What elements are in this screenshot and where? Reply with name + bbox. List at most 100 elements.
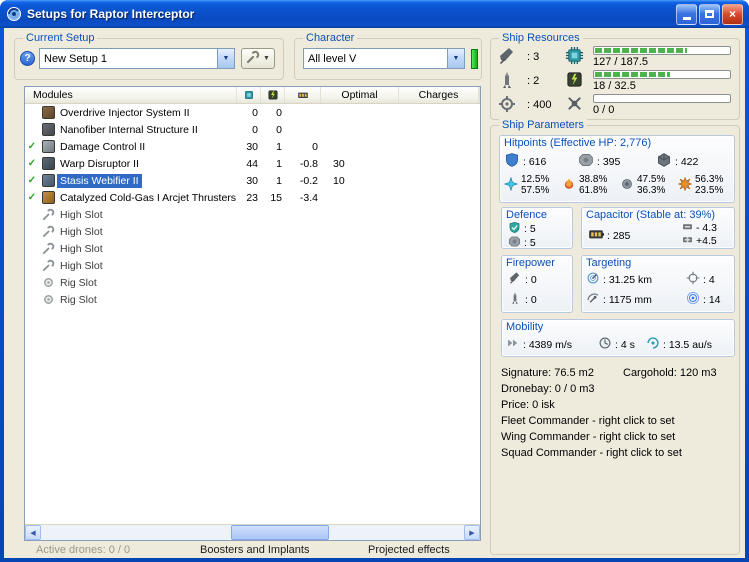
maximize-button[interactable]: [699, 4, 720, 25]
app-icon: [6, 6, 22, 22]
fleet-commander-setter[interactable]: Fleet Commander - right click to set: [501, 413, 735, 429]
kinetic-damage-icon: [620, 177, 634, 194]
module-cpu: 0: [237, 107, 261, 119]
rig-icon: [39, 276, 57, 289]
projected-effects-button[interactable]: Projected effects: [368, 544, 450, 556]
module-row[interactable]: Overdrive Injector System II 0 0: [25, 104, 480, 121]
column-optimal[interactable]: Optimal: [321, 87, 399, 103]
mobility-label: Mobility: [502, 320, 734, 333]
minimize-icon: [683, 17, 691, 20]
turret-hardpoints-value: : 3: [525, 51, 565, 63]
ship-parameters-panel: Ship Parameters Hitpoints (Effective HP:…: [490, 125, 740, 555]
structure-icon: [656, 152, 672, 171]
launcher-hardpoints-icon: [497, 70, 525, 93]
sensor-strength-icon: [686, 291, 700, 308]
em-armor-resist: 57.5%: [521, 185, 549, 196]
slot-name: High Slot: [57, 259, 106, 273]
current-setup-group: Current Setup ? New Setup 1 ▼ ▼: [14, 38, 284, 80]
active-check-icon: ✓: [25, 192, 39, 203]
wing-commander-setter[interactable]: Wing Commander - right click to set: [501, 429, 735, 445]
module-cap: -0.8: [285, 158, 321, 170]
explosive-armor-resist: 23.5%: [695, 185, 723, 196]
slot-name: Rig Slot: [57, 293, 100, 307]
squad-commander-setter[interactable]: Squad Commander - right click to set: [501, 445, 735, 461]
module-cpu: 30: [237, 175, 261, 187]
chevron-down-icon[interactable]: ▼: [447, 49, 464, 68]
setup-combobox-value: New Setup 1: [40, 53, 217, 65]
module-row[interactable]: Nanofiber Internal Structure II 0 0: [25, 121, 480, 138]
module-icon: [39, 140, 57, 153]
targeting-range: : 31.25 km: [603, 274, 652, 286]
module-name: Warp Disruptor II: [57, 157, 142, 171]
minimize-button[interactable]: [676, 4, 697, 25]
calibration-icon: [497, 94, 525, 117]
scan-resolution: : 1175 mm: [603, 294, 652, 306]
missile-dps: : 0: [525, 294, 537, 306]
current-setup-label: Current Setup: [23, 32, 97, 44]
slot-name: High Slot: [57, 225, 106, 239]
boosters-implants-button[interactable]: Boosters and Implants: [200, 544, 309, 556]
window-body: Current Setup ? New Setup 1 ▼ ▼ Characte…: [4, 28, 745, 558]
thermal-armor-resist: 61.8%: [579, 185, 607, 196]
character-combobox-value: All level V: [304, 53, 447, 65]
module-name: Overdrive Injector System II: [57, 106, 193, 120]
column-spacer: [479, 87, 480, 103]
signature-value: Signature: 76.5 m2: [501, 367, 594, 379]
cpu-column-icon[interactable]: [237, 87, 261, 103]
close-button[interactable]: ×: [722, 4, 743, 25]
powergrid-value: 18 / 32.5: [593, 80, 731, 92]
module-name: Nanofiber Internal Structure II: [57, 123, 201, 137]
scroll-thumb[interactable]: [231, 525, 328, 540]
module-name: Damage Control II: [57, 140, 148, 154]
module-powergrid: 0: [261, 124, 285, 136]
module-powergrid: 15: [261, 192, 285, 204]
help-icon[interactable]: ?: [20, 51, 35, 66]
setup-combobox[interactable]: New Setup 1 ▼: [39, 48, 235, 69]
empty-slot-row[interactable]: High Slot: [25, 223, 480, 240]
ship-resources-panel: Ship Resources : 3 127 / 187.5 : 2: [490, 38, 740, 120]
empty-slot-row[interactable]: High Slot: [25, 206, 480, 223]
setup-tools-button[interactable]: ▼: [241, 48, 275, 69]
dronebay-value: 0 / 0: [593, 104, 731, 116]
scroll-track[interactable]: [41, 525, 464, 540]
active-check-icon: ✓: [25, 175, 39, 186]
kinetic-shield-resist: 47.5%: [637, 174, 665, 185]
thermal-shield-resist: 38.8%: [579, 174, 607, 185]
max-targets-icon: [686, 271, 700, 288]
scroll-left-button[interactable]: ◀: [25, 525, 41, 540]
price-value: Price: 0 isk: [501, 397, 735, 413]
empty-slot-row[interactable]: Rig Slot: [25, 274, 480, 291]
missile-icon: [508, 291, 522, 308]
powergrid-column-icon[interactable]: [261, 87, 285, 103]
horizontal-scrollbar[interactable]: ◀ ▶: [25, 524, 480, 540]
titlebar[interactable]: Setups for Raptor Interceptor ×: [0, 0, 749, 28]
firepower-box: Firepower : 0 : 0: [501, 255, 573, 313]
column-charges[interactable]: Charges: [399, 87, 479, 103]
cpu-bar: [593, 46, 731, 55]
chevron-down-icon[interactable]: ▼: [217, 49, 234, 68]
module-row[interactable]: ✓ Damage Control II 30 1 0: [25, 138, 480, 155]
empty-slot-row[interactable]: High Slot: [25, 240, 480, 257]
capacitor-recharge: +4.5: [696, 235, 717, 247]
capacitor-column-icon[interactable]: [285, 87, 321, 103]
targeting-label: Targeting: [582, 256, 734, 269]
module-row[interactable]: ✓ Catalyzed Cold-Gas I Arcjet Thrusters …: [25, 189, 480, 206]
firepower-label: Firepower: [502, 256, 572, 269]
module-icon: [39, 157, 57, 170]
cpu-value: 127 / 187.5: [593, 56, 731, 68]
module-row[interactable]: ✓ Warp Disruptor II 44 1 -0.8 30: [25, 155, 480, 172]
modules-list-empty-area: [25, 308, 480, 524]
wrench-icon: [39, 208, 57, 221]
character-combobox[interactable]: All level V ▼: [303, 48, 465, 69]
cpu-icon: [565, 46, 593, 68]
scan-resolution-icon: [586, 291, 600, 308]
module-cap: -0.2: [285, 175, 321, 187]
scroll-right-button[interactable]: ▶: [464, 525, 480, 540]
module-powergrid: 1: [261, 141, 285, 153]
empty-slot-row[interactable]: High Slot: [25, 257, 480, 274]
module-row-selected[interactable]: ✓ Stasis Webifier II 30 1 -0.2 10: [25, 172, 480, 189]
slot-name: Rig Slot: [57, 276, 100, 290]
column-modules[interactable]: Modules: [25, 87, 237, 103]
turret-hardpoints-icon: [497, 46, 525, 69]
empty-slot-row[interactable]: Rig Slot: [25, 291, 480, 308]
